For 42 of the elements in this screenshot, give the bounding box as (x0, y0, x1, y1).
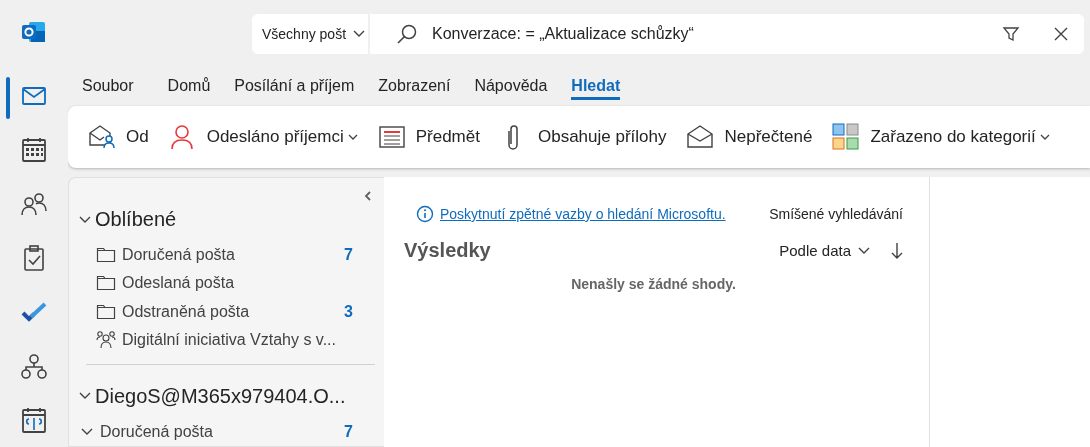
outlook-logo-icon (21, 19, 47, 45)
search-field[interactable]: Konverzace: = „Aktualizace schůzky“ (370, 14, 1084, 54)
document-lines-icon (377, 123, 406, 151)
collapse-chevron-icon[interactable] (363, 190, 373, 202)
empty-results-message: Nenašly se žádné shody. (570, 276, 737, 292)
filter-button[interactable]: Obsahuje přílohy (499, 123, 667, 151)
search-mode-label: Smíšené vyhledávání (769, 206, 903, 222)
info-icon (416, 205, 434, 223)
folder-item[interactable]: Odeslaná pošta (76, 269, 379, 298)
ribbon-tab[interactable]: Nápověda (474, 70, 548, 100)
envelope-person-icon (88, 123, 116, 151)
close-icon[interactable] (1052, 25, 1070, 43)
ribbon-tab[interactable]: Hledat (571, 70, 621, 100)
search-icon (396, 23, 418, 45)
folder-group-header[interactable]: Oblíbené (78, 208, 379, 231)
folder-item[interactable]: Doručená pošta 7 (76, 417, 379, 446)
calendar-icon (20, 136, 48, 164)
folder-item[interactable]: Odstraněná pošta 3 (76, 297, 379, 326)
filter-icon[interactable] (1002, 25, 1020, 43)
group-icon (96, 329, 116, 350)
filter-button[interactable]: Zařazeno do kategorií (832, 123, 1050, 151)
arrow-down-icon[interactable] (891, 241, 903, 260)
people-icon (20, 190, 48, 218)
ribbon-tab[interactable]: Soubor (82, 70, 134, 100)
filter-button[interactable]: Předmět (377, 123, 480, 151)
category-grid-icon (832, 123, 861, 151)
folder-group-header[interactable]: DiegoS@M365x979404.O... (78, 384, 379, 408)
ribbon-tab[interactable]: Zobrazení (378, 70, 451, 100)
filter-button[interactable]: Odesláno příjemci (168, 123, 358, 151)
ribbon-tab[interactable]: Posílání a příjem (234, 70, 355, 100)
feedback-link[interactable]: Poskytnutí zpětné vazby o hledání Microsoftu. (440, 206, 726, 222)
filter-button[interactable]: Od (88, 123, 149, 151)
ribbon-tab[interactable]: Domů (167, 70, 211, 100)
folder-item[interactable]: Doručená pošta 7 (76, 241, 379, 270)
envelope-icon (686, 123, 715, 151)
org-chart-icon (20, 352, 48, 380)
calendar-icon (20, 406, 48, 434)
sort-dropdown[interactable]: Podle data (779, 242, 871, 259)
results-title: Výsledky (404, 239, 491, 262)
filter-button[interactable]: Nepřečtené (686, 123, 813, 151)
mailbox-scope-dropdown[interactable]: Všechny pošt (252, 14, 368, 54)
folder-item[interactable]: Digitální iniciativa Vztahy s v... (76, 325, 379, 354)
